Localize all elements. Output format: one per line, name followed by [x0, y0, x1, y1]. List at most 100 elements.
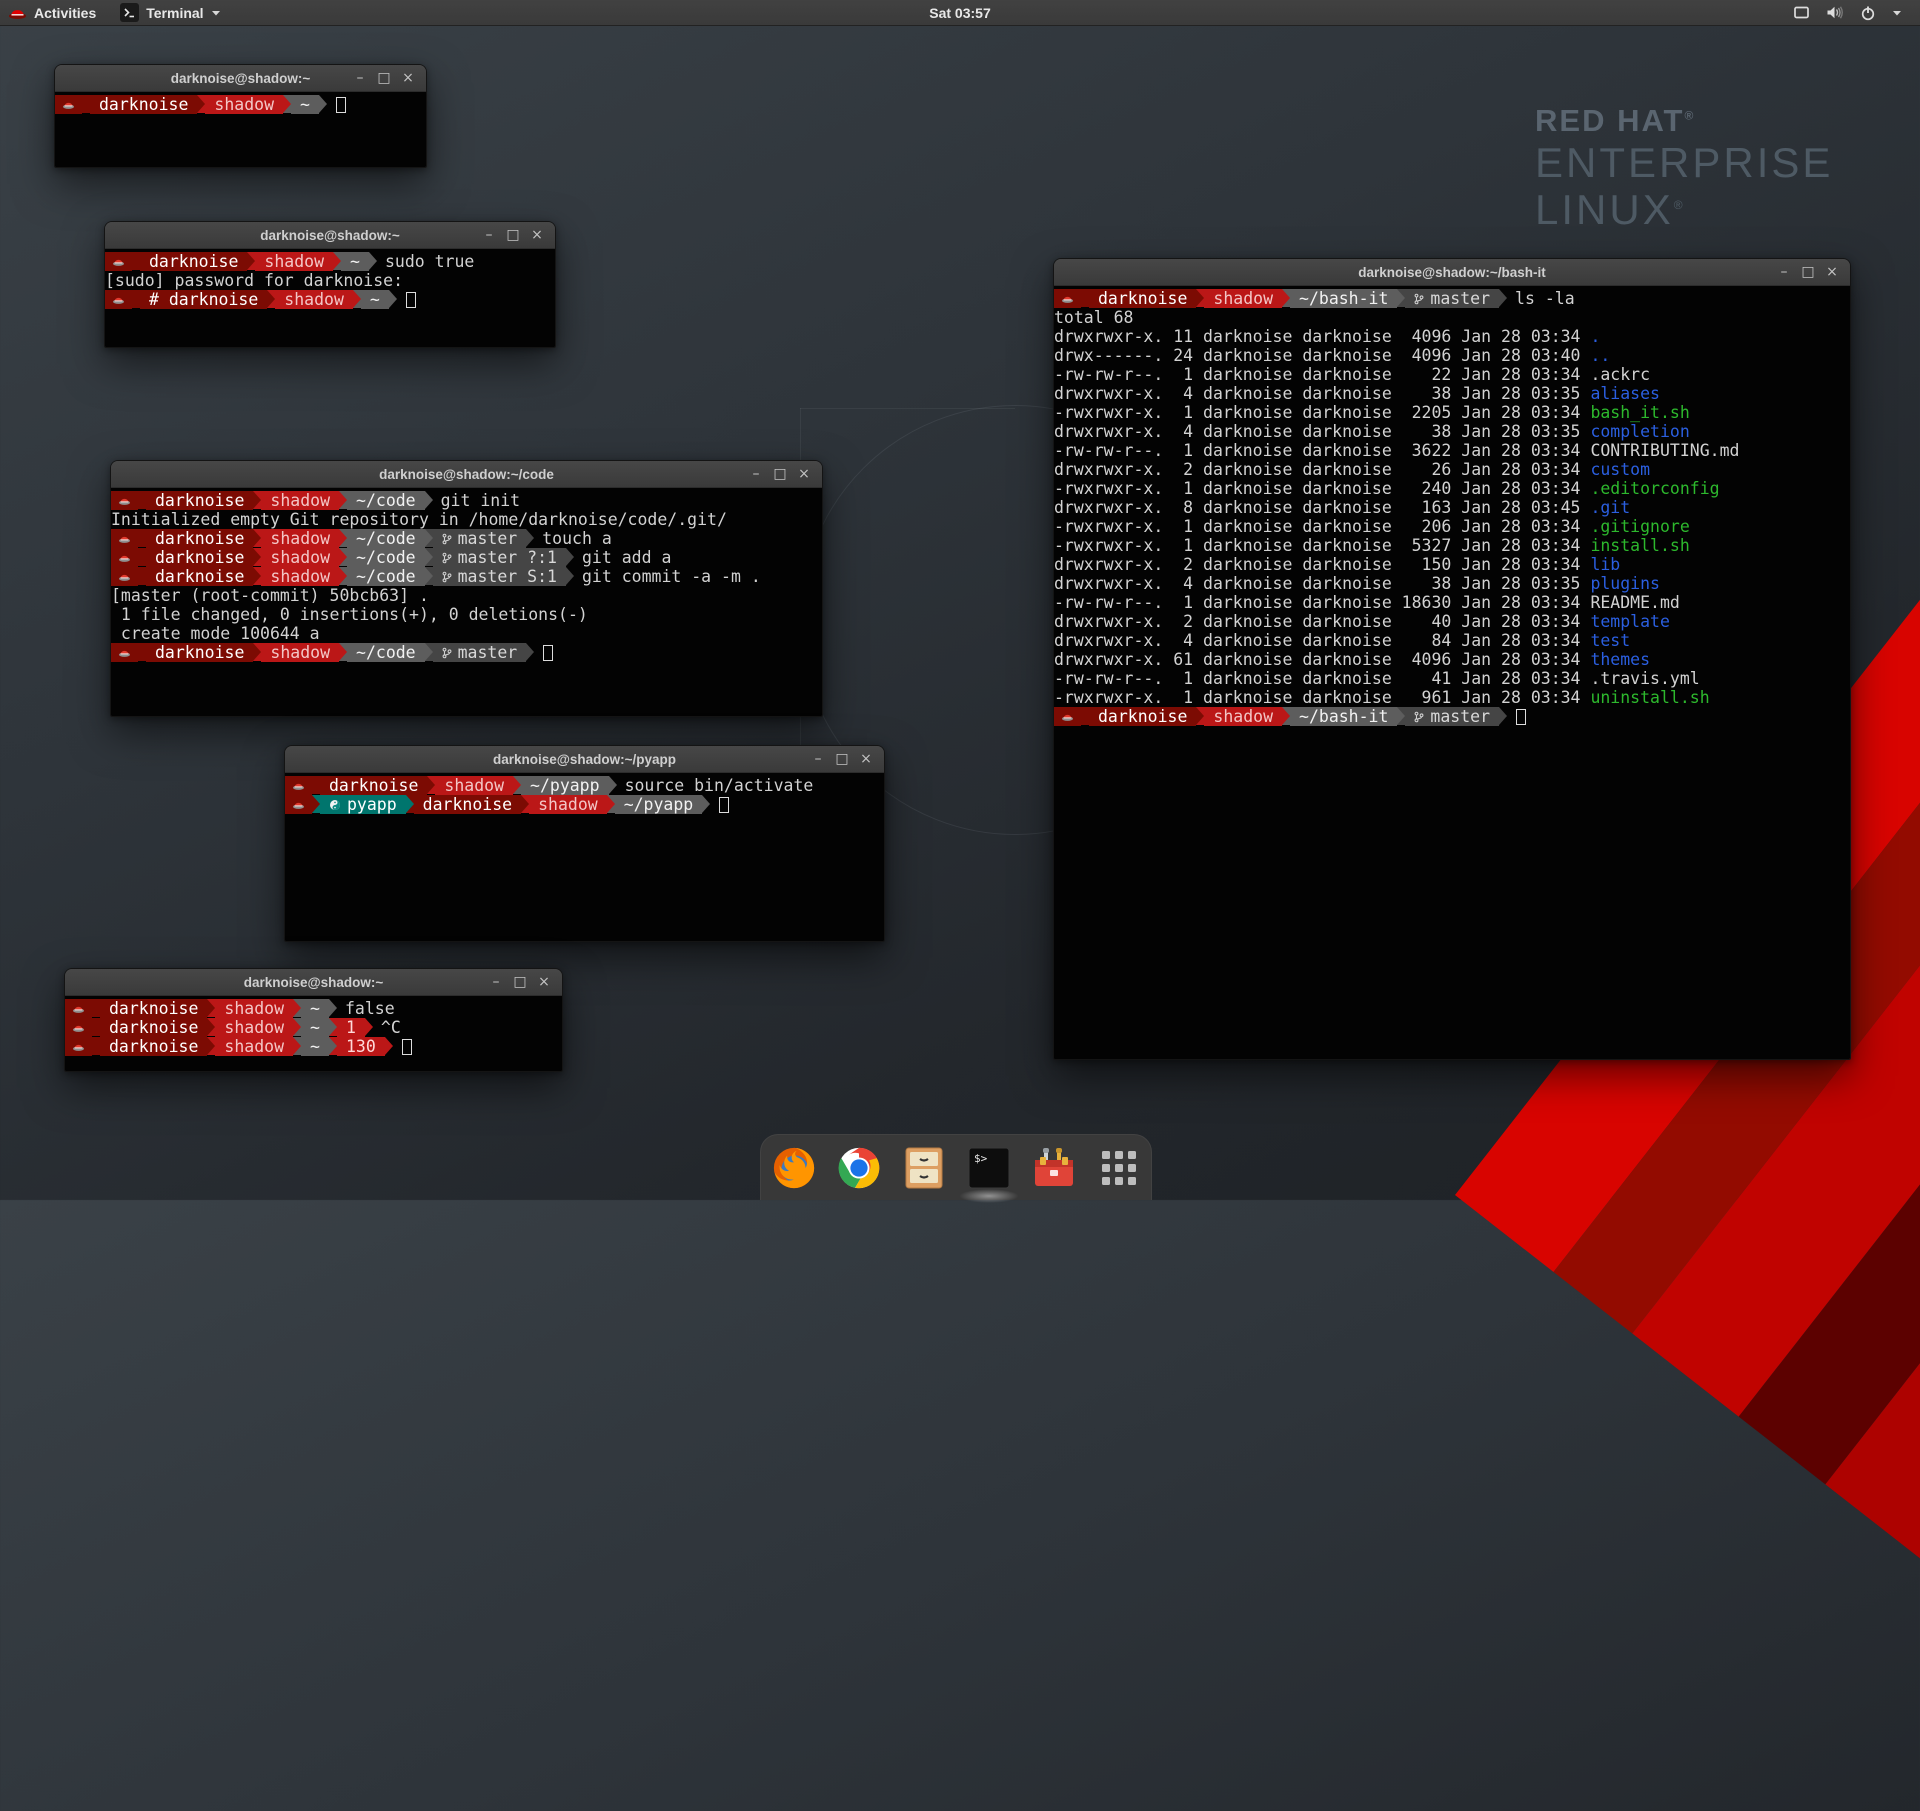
command-text: ^C [373, 1018, 401, 1037]
powerline-separator [1282, 707, 1290, 725]
minimize-button[interactable]: – [480, 222, 498, 249]
minimize-button[interactable]: – [809, 746, 827, 773]
powerline-separator [389, 290, 397, 308]
terminal-content[interactable]: darknoiseshadow~/bash-itmasterls -latota… [1054, 286, 1850, 1059]
terminal-line: drwx------. 24 darknoise darknoise 4096 … [1054, 346, 1850, 365]
window-titlebar[interactable]: darknoise@shadow:~/code–□× [111, 461, 822, 488]
activities-label: Activities [34, 5, 96, 21]
close-button[interactable]: × [1823, 259, 1841, 286]
terminal-output-text: create mode 100644 a [111, 624, 320, 643]
prompt-segment-user: darknoise [146, 548, 253, 567]
powerline-separator [319, 95, 327, 113]
file-name: test [1590, 631, 1630, 650]
prompt-segment-user: darknoise [146, 643, 253, 662]
powerline-separator [365, 1018, 373, 1036]
prompt-segment-git: master [433, 643, 527, 662]
redhat-prompt-icon [292, 799, 305, 810]
close-button[interactable]: × [528, 222, 546, 249]
file-name: .gitignore [1590, 517, 1689, 536]
terminal-content[interactable]: darknoiseshadow~/codegit initInitialized… [111, 488, 822, 716]
maximize-button[interactable]: □ [833, 746, 851, 773]
close-button[interactable]: × [795, 461, 813, 488]
terminal-output-text: drwxrwxr-x. 4 darknoise darknoise 38 Jan… [1054, 422, 1590, 441]
minimize-button[interactable]: – [351, 65, 369, 92]
powerline-separator [1196, 707, 1204, 725]
prompt-segment-icon [105, 252, 132, 271]
terminal-line: drwxrwxr-x. 2 darknoise darknoise 40 Jan… [1054, 612, 1850, 631]
dock-toolbox-icon[interactable] [1030, 1144, 1078, 1192]
prompt-segment-path: ~/pyapp [615, 795, 703, 814]
minimize-button[interactable]: – [1775, 259, 1793, 286]
terminal-line: darknoiseshadow~/codemaster S:1git commi… [111, 567, 822, 586]
terminal-output-text: total 68 [1054, 308, 1133, 327]
terminal-output-text: -rwxrwxr-x. 1 darknoise darknoise 240 Ja… [1054, 479, 1590, 498]
prompt-segment-path: ~/code [347, 548, 425, 567]
prompt-segment-icon [111, 491, 138, 510]
terminal-output-text: -rw-rw-r--. 1 darknoise darknoise 41 Jan… [1054, 669, 1590, 688]
dock-terminal-icon[interactable]: $> [965, 1144, 1013, 1192]
redhat-prompt-icon [112, 256, 125, 267]
file-name: plugins [1590, 574, 1660, 593]
terminal-output-text: drwxrwxr-x. 4 darknoise darknoise 84 Jan… [1054, 631, 1590, 650]
clock-label[interactable]: Sat 03:57 [929, 5, 990, 21]
powerline-separator [385, 1037, 393, 1055]
file-name: bash_it.sh [1590, 403, 1689, 422]
terminal-content[interactable]: darknoiseshadow~/pyappsource bin/activat… [285, 773, 884, 941]
prompt-segment-icon [111, 529, 138, 548]
maximize-button[interactable]: □ [511, 969, 529, 996]
minimize-button[interactable]: – [487, 969, 505, 996]
terminal-line: darknoiseshadow~/pyappsource bin/activat… [285, 776, 884, 795]
caret-down-icon[interactable] [1892, 10, 1902, 16]
window-titlebar[interactable]: darknoise@shadow:~/pyapp–□× [285, 746, 884, 773]
file-name: aliases [1590, 384, 1660, 403]
powerline-separator [253, 567, 261, 585]
maximize-button[interactable]: □ [504, 222, 522, 249]
close-button[interactable]: × [535, 969, 553, 996]
app-menu-terminal[interactable]: Terminal [108, 0, 232, 25]
terminal-content[interactable]: darknoiseshadow~sudo true[sudo] password… [105, 249, 555, 347]
prompt-segment-icon [105, 290, 132, 309]
dock-app-grid-icon[interactable] [1095, 1144, 1143, 1192]
maximize-button[interactable]: □ [771, 461, 789, 488]
powerline-separator [132, 290, 140, 308]
close-button[interactable]: × [399, 65, 417, 92]
screen-icon[interactable] [1793, 5, 1810, 20]
activities-button[interactable]: Activities [0, 0, 108, 25]
redhat-prompt-icon [118, 647, 131, 658]
window-titlebar[interactable]: darknoise@shadow:~–□× [55, 65, 426, 92]
running-app-glow [959, 1189, 1019, 1203]
terminal-line: -rw-rw-r--. 1 darknoise darknoise 22 Jan… [1054, 365, 1850, 384]
dock-firefox-icon[interactable] [770, 1144, 818, 1192]
prompt-segment-icon [111, 548, 138, 567]
command-text: git commit -a -m . [574, 567, 761, 586]
maximize-button[interactable]: □ [375, 65, 393, 92]
redhat-prompt-icon [1061, 711, 1074, 722]
prompt-segment-icon [285, 776, 312, 795]
prompt-segment-user: darknoise [100, 999, 207, 1018]
minimize-button[interactable]: – [747, 461, 765, 488]
terminal-cursor [406, 292, 416, 308]
powerline-separator [369, 252, 377, 270]
window-title: darknoise@shadow:~/pyapp [285, 752, 884, 767]
git-branch-icon [1414, 710, 1424, 724]
redhat-prompt-icon [112, 294, 125, 305]
window-titlebar[interactable]: darknoise@shadow:~–□× [105, 222, 555, 249]
prompt-segment-exit: 1 [337, 1018, 365, 1037]
terminal-line: darknoiseshadow~/codemastertouch a [111, 529, 822, 548]
power-icon[interactable] [1860, 5, 1876, 21]
terminal-content[interactable]: darknoiseshadow~falsedarknoiseshadow~1^C… [65, 996, 562, 1071]
maximize-button[interactable]: □ [1799, 259, 1817, 286]
prompt-segment-user: darknoise [1089, 707, 1196, 726]
dock-chrome-icon[interactable] [835, 1144, 883, 1192]
volume-icon[interactable] [1826, 5, 1844, 20]
dock-files-icon[interactable] [900, 1144, 948, 1192]
powerline-separator [1282, 289, 1290, 307]
terminal-line: # darknoiseshadow~ [105, 290, 555, 309]
prompt-segment-icon [55, 95, 82, 114]
window-titlebar[interactable]: darknoise@shadow:~/bash-it–□× [1054, 259, 1850, 286]
close-button[interactable]: × [857, 746, 875, 773]
terminal-output-text: drwxrwxr-x. 4 darknoise darknoise 38 Jan… [1054, 384, 1590, 403]
terminal-content[interactable]: darknoiseshadow~ [55, 92, 426, 167]
file-name: install.sh [1590, 536, 1689, 555]
window-titlebar[interactable]: darknoise@shadow:~–□× [65, 969, 562, 996]
